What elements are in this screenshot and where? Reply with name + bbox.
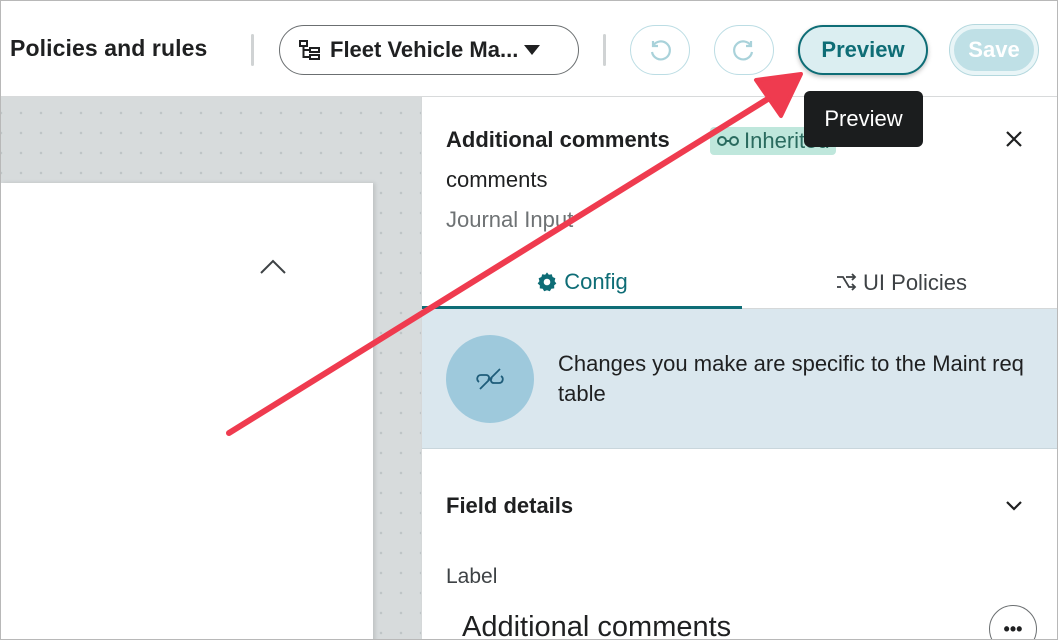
tree-icon [299, 40, 320, 60]
unlinked-icon-badge [446, 335, 534, 423]
field-details-heading: Field details [446, 493, 574, 518]
label-caption: Label [446, 565, 498, 588]
scope-info-text: Changes you make are specific to the Mai… [558, 351, 1024, 406]
properties-panel: Additional comments Inherited comments J… [421, 97, 1057, 639]
tab-ui-policies[interactable]: UI Policies [742, 257, 1057, 309]
preview-button[interactable]: Preview [798, 25, 928, 75]
toolbar-divider [603, 34, 606, 66]
collapse-chevron-up-icon[interactable] [259, 257, 287, 275]
label-value[interactable]: Additional comments [462, 611, 731, 639]
scope-dropdown-label: Fleet Vehicle Ma... [330, 37, 519, 62]
field-type: Journal Input [446, 207, 574, 232]
tab-config-label: Config [564, 268, 628, 294]
form-section-card [1, 183, 373, 639]
field-title: Additional comments [446, 127, 670, 152]
redo-icon [733, 40, 754, 61]
undo-button[interactable] [630, 25, 690, 75]
inherited-link-icon [717, 136, 739, 146]
tab-config[interactable]: Config [422, 257, 742, 309]
tab-ui-policies-label: UI Policies [863, 270, 967, 295]
unlink-icon [476, 368, 504, 390]
preview-tooltip: Preview [804, 91, 923, 147]
page-title: Policies and rules [10, 35, 208, 61]
ui-policy-icon [837, 273, 857, 291]
more-options-button[interactable]: ••• [989, 605, 1037, 639]
panel-tabs: Config UI Policies [422, 257, 1057, 309]
undo-icon [650, 40, 671, 61]
field-name: comments [446, 167, 548, 192]
gear-icon [537, 271, 557, 291]
app-window: Policies and rules Fleet Vehicle Ma... P… [0, 0, 1058, 640]
redo-button[interactable] [714, 25, 774, 75]
top-toolbar: Policies and rules Fleet Vehicle Ma... P… [1, 1, 1057, 97]
caret-down-icon [524, 45, 541, 55]
scope-info-banner: Changes you make are specific to the Mai… [422, 309, 1057, 449]
toolbar-divider [251, 34, 254, 66]
chevron-down-icon[interactable] [1004, 499, 1024, 513]
save-button[interactable]: Save [949, 24, 1039, 76]
scope-dropdown[interactable]: Fleet Vehicle Ma... [279, 25, 579, 75]
close-icon[interactable] [1002, 127, 1026, 151]
